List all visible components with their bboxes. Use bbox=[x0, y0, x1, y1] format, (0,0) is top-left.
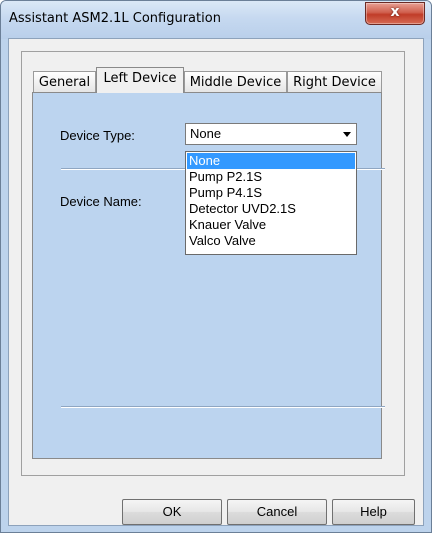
close-icon: x bbox=[390, 4, 400, 20]
help-button[interactable]: Help bbox=[332, 499, 415, 525]
title-bar[interactable]: Assistant ASM2.1L Configuration x bbox=[1, 1, 431, 39]
cancel-button[interactable]: Cancel bbox=[227, 499, 327, 525]
tab-general[interactable]: General bbox=[33, 71, 96, 93]
device-name-label: Device Name: bbox=[60, 194, 142, 209]
window-title: Assistant ASM2.1L Configuration bbox=[9, 11, 221, 26]
device-type-dropdown-list: None Pump P2.1S Pump P4.1S Detector UVD2… bbox=[185, 151, 357, 255]
dropdown-option-valco-valve[interactable]: Valco Valve bbox=[187, 233, 355, 249]
device-type-value: None bbox=[190, 126, 222, 141]
tab-right-device[interactable]: Right Device bbox=[287, 71, 382, 93]
close-button[interactable]: x bbox=[365, 2, 425, 25]
tab-middle-device-label: Middle Device bbox=[189, 75, 282, 90]
tab-page-left-device bbox=[32, 92, 382, 459]
dropdown-option-pump-p21s[interactable]: Pump P2.1S bbox=[187, 169, 355, 185]
dropdown-option-pump-p41s[interactable]: Pump P4.1S bbox=[187, 185, 355, 201]
device-type-combobox[interactable]: None bbox=[185, 123, 357, 145]
tab-middle-device[interactable]: Middle Device bbox=[184, 71, 287, 93]
ok-button[interactable]: OK bbox=[122, 499, 222, 525]
tab-left-device-label: Left Device bbox=[103, 71, 177, 86]
tab-left-device[interactable]: Left Device bbox=[96, 67, 184, 93]
chevron-down-icon[interactable] bbox=[343, 132, 351, 137]
device-type-label: Device Type: bbox=[60, 128, 135, 143]
dropdown-option-detector-uvd21s[interactable]: Detector UVD2.1S bbox=[187, 201, 355, 217]
dropdown-option-knauer-valve[interactable]: Knauer Valve bbox=[187, 217, 355, 233]
dropdown-option-none[interactable]: None bbox=[187, 153, 355, 169]
tab-right-device-label: Right Device bbox=[293, 75, 376, 90]
tab-general-label: General bbox=[38, 75, 91, 90]
group-bottom-line bbox=[61, 406, 385, 408]
